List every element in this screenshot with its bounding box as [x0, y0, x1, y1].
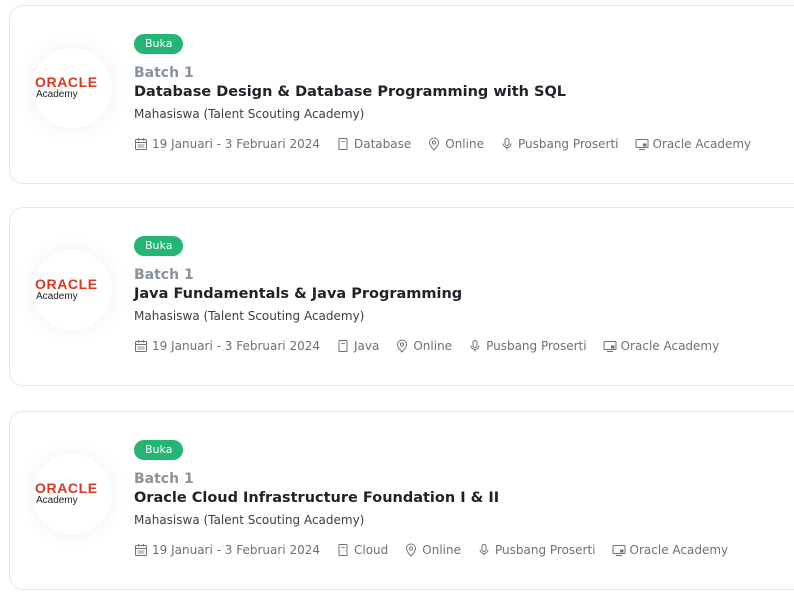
meta-partner-text: Oracle Academy: [620, 339, 720, 353]
meta-mode: Online: [427, 137, 484, 151]
status-badge: Buka: [134, 440, 184, 460]
document-icon: [338, 544, 348, 556]
meta-date-text: 19 Januari - 3 Februari 2024: [152, 543, 320, 557]
meta-partner: Oracle Academy: [603, 339, 720, 353]
batch-label: Batch 1: [134, 267, 194, 283]
status-badge: Buka: [134, 236, 184, 256]
meta-category: Database: [336, 137, 411, 151]
logo-brand-text: ORACLE: [35, 74, 98, 90]
meta-organizer: Pusbang Proserti: [468, 339, 587, 353]
meta-category-text: Database: [353, 137, 412, 151]
batch-label: Batch 1: [134, 65, 194, 81]
location-pin-icon: [397, 339, 408, 353]
calendar-icon: [135, 340, 147, 352]
calendar-icon: [135, 138, 147, 150]
course-audience: Mahasiswa (Talent Scouting Academy): [134, 513, 365, 527]
course-audience: Mahasiswa (Talent Scouting Academy): [134, 309, 365, 323]
logo-brand-text: ORACLE: [35, 480, 98, 496]
microphone-icon: [479, 544, 489, 556]
status-badge: Buka: [134, 34, 184, 54]
meta-organizer-text: Pusbang Proserti: [494, 543, 596, 557]
meta-category-text: Java: [353, 339, 380, 353]
meta-date: 19 Januari - 3 Februari 2024: [134, 339, 320, 353]
microphone-icon: [470, 340, 480, 352]
meta-organizer: Pusbang Proserti: [477, 543, 596, 557]
document-icon: [338, 340, 348, 352]
meta-date-text: 19 Januari - 3 Februari 2024: [152, 339, 320, 353]
course-audience: Mahasiswa (Talent Scouting Academy): [134, 107, 365, 121]
logo-sub-text: Academy: [36, 89, 78, 100]
course-meta: 19 Januari - 3 Februari 2024 Cloud Onlin…: [134, 541, 744, 559]
calendar-icon: [135, 544, 147, 556]
course-title[interactable]: Java Fundamentals & Java Programming: [134, 286, 462, 302]
meta-mode: Online: [395, 339, 452, 353]
oracle-academy-logo: ORACLE Academy: [32, 454, 112, 534]
location-pin-icon: [406, 543, 417, 557]
meta-date-text: 19 Januari - 3 Februari 2024: [152, 137, 320, 151]
monitor-icon: [612, 545, 626, 556]
meta-partner: Oracle Academy: [635, 137, 752, 151]
location-pin-icon: [429, 137, 440, 151]
logo-sub-text: Academy: [36, 495, 78, 506]
course-card[interactable]: ORACLE Academy Buka Batch 1 Oracle Cloud…: [9, 411, 794, 590]
monitor-icon: [635, 139, 649, 150]
monitor-icon: [603, 341, 617, 352]
oracle-academy-logo: ORACLE Academy: [32, 48, 112, 128]
course-meta: 19 Januari - 3 Februari 2024 Database On…: [134, 135, 767, 153]
meta-mode-text: Online: [445, 137, 484, 151]
meta-mode-text: Online: [413, 339, 453, 353]
document-icon: [338, 138, 348, 150]
oracle-academy-logo: ORACLE Academy: [32, 250, 112, 330]
meta-partner: Oracle Academy: [612, 543, 729, 557]
course-card[interactable]: ORACLE Academy Buka Batch 1 Java Fundame…: [9, 207, 794, 386]
course-title[interactable]: Oracle Cloud Infrastructure Foundation I…: [134, 490, 499, 506]
meta-mode: Online: [404, 543, 461, 557]
meta-organizer: Pusbang Proserti: [500, 137, 619, 151]
course-card[interactable]: ORACLE Academy Buka Batch 1 Database Des…: [9, 5, 794, 184]
meta-category: Java: [336, 339, 379, 353]
meta-category: Cloud: [336, 543, 388, 557]
microphone-icon: [502, 138, 512, 150]
meta-partner-text: Oracle Academy: [652, 137, 752, 151]
meta-date: 19 Januari - 3 Februari 2024: [134, 543, 320, 557]
meta-organizer-text: Pusbang Proserti: [517, 137, 619, 151]
meta-category-text: Cloud: [353, 543, 389, 557]
meta-partner-text: Oracle Academy: [629, 543, 729, 557]
course-meta: 19 Januari - 3 Februari 2024 Java Online…: [134, 337, 735, 355]
meta-mode-text: Online: [422, 543, 461, 557]
meta-date: 19 Januari - 3 Februari 2024: [134, 137, 320, 151]
meta-organizer-text: Pusbang Proserti: [486, 339, 587, 353]
logo-brand-text: ORACLE: [35, 276, 98, 292]
batch-label: Batch 1: [134, 471, 194, 487]
course-title[interactable]: Database Design & Database Programming w…: [134, 84, 566, 100]
logo-sub-text: Academy: [36, 291, 78, 302]
